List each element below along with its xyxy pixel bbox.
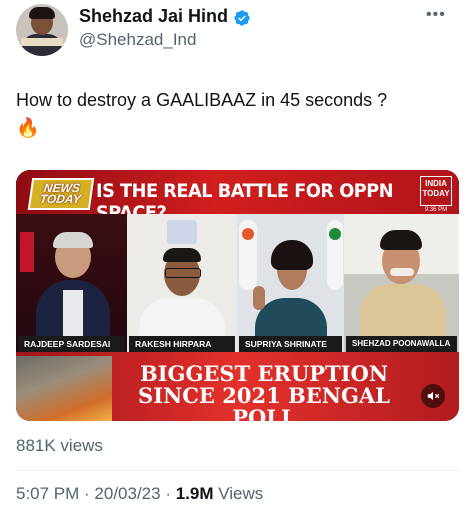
panelist-name-4: SHEHZAD POONAWALLA xyxy=(346,336,457,352)
fire-emoji: 🔥 xyxy=(16,118,40,139)
timestamp[interactable]: 5:07 PM · 20/03/23 · xyxy=(16,484,176,503)
tweet-text: How to destroy a GAALIBAAZ in 45 seconds… xyxy=(16,90,388,110)
panelist-name-1: RAJDEEP SARDESAI xyxy=(18,336,125,352)
divider xyxy=(16,470,459,471)
display-name[interactable]: Shehzad Jai Hind xyxy=(79,6,228,27)
views-label: Views xyxy=(213,484,264,503)
fire-scene-thumbnail xyxy=(16,356,112,421)
views-line: 881K views xyxy=(16,436,103,455)
channel-logo: INDIA TODAY xyxy=(420,176,452,206)
lower-third-line1: BIGGEST ERUPTION xyxy=(139,361,389,386)
panelist-frame-3 xyxy=(237,214,344,352)
lower-third-text: BIGGEST ERUPTION SINCE 2021 BENGAL POLL xyxy=(114,361,414,422)
channel-clock: 9:36 PM xyxy=(424,207,448,213)
panelist-frame-2 xyxy=(127,214,237,352)
speaker-muted-icon[interactable] xyxy=(421,384,445,408)
profile-avatar[interactable] xyxy=(16,4,68,56)
news-today-logo: NEWS TODAY xyxy=(27,178,95,210)
user-handle[interactable]: @Shehzad_Ind xyxy=(79,30,196,50)
logo-line2: TODAY xyxy=(38,192,82,206)
lower-third-line2: SINCE 2021 BENGAL POLL xyxy=(138,383,390,422)
more-options-icon[interactable]: ••• xyxy=(426,6,446,24)
panelist-frame-1 xyxy=(16,214,127,352)
view-count: 1.9M xyxy=(175,484,214,503)
video-player[interactable]: NEWS TODAY IS THE REAL BATTLE FOR OPPN S… xyxy=(16,170,459,421)
verified-badge-icon xyxy=(234,10,250,26)
panelist-frame-4 xyxy=(344,214,459,352)
panelist-name-2: RAKESH HIRPARA xyxy=(129,336,235,352)
panelist-name-3: SUPRIYA SHRINATE xyxy=(239,336,342,352)
tweet-meta: 5:07 PM · 20/03/23 · 1.9M Views xyxy=(16,484,263,504)
